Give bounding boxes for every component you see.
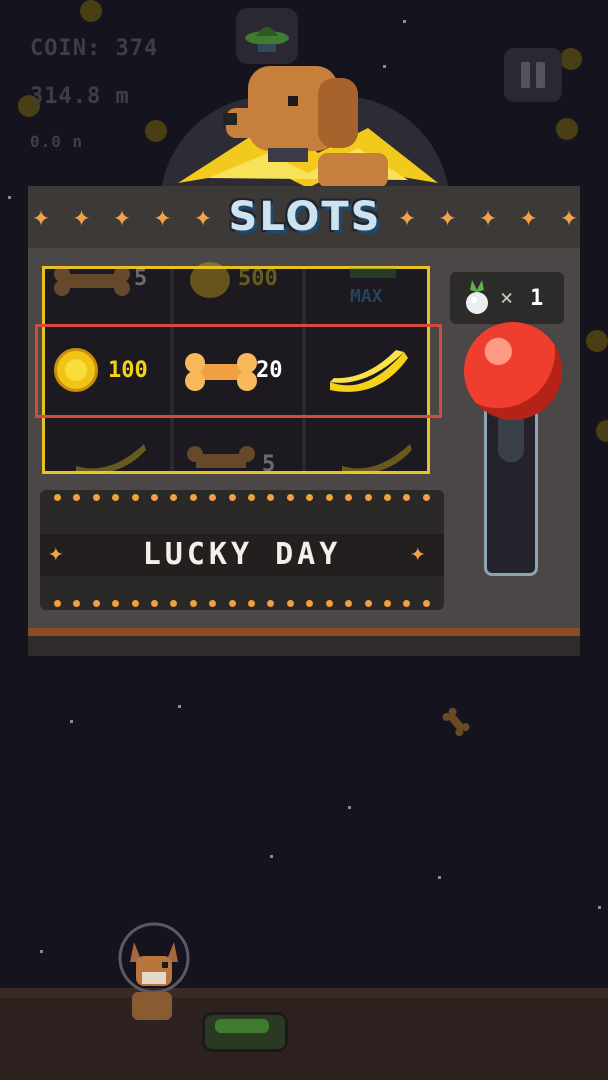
- coin-icon: [190, 262, 230, 298]
- machine-base: [28, 636, 580, 656]
- background-coin-icon: [586, 330, 608, 352]
- jump-button[interactable]: [202, 1012, 288, 1052]
- star: [178, 705, 181, 708]
- background-coin-icon: [145, 120, 167, 142]
- spin-lever-knob[interactable]: [464, 322, 562, 420]
- speed-readout: 0.0 n: [30, 132, 84, 151]
- turnip-icon: [466, 280, 488, 314]
- star: [403, 20, 406, 23]
- distance-counter: 314.8 m: [30, 84, 130, 109]
- star: [438, 876, 441, 879]
- star: [348, 806, 351, 809]
- background-coin-icon: [80, 0, 102, 22]
- banana-icon: [76, 444, 146, 474]
- bone-icon: [187, 446, 255, 468]
- star: [40, 950, 43, 953]
- star: [70, 720, 73, 723]
- reel-value: 500: [238, 266, 278, 291]
- reel-value: 5: [262, 452, 276, 477]
- machine-trim: [28, 628, 580, 636]
- ufo-icon: [245, 27, 289, 52]
- background-coin-icon: [556, 118, 578, 140]
- coin-counter: COIN: 374: [30, 36, 159, 61]
- slots-title: SLOTS: [228, 194, 382, 240]
- spin-multiplier-symbol: ×: [500, 286, 514, 311]
- ground-edge: [0, 988, 608, 998]
- dog-mascot-icon: [178, 66, 438, 188]
- header-diamonds-left: ✦ ✦ ✦ ✦ ✦: [32, 199, 212, 234]
- win-line-highlight: [35, 324, 442, 418]
- floating-bone-icon: [442, 707, 470, 737]
- bulb-row-bottom: [54, 600, 430, 607]
- astronaut-dog-icon: [118, 922, 190, 1020]
- banner-diamond-icon: ✦: [48, 538, 64, 568]
- lucky-day-banner: LUCKY DAY: [142, 537, 342, 572]
- pause-button[interactable]: [504, 48, 562, 102]
- background-coin-icon: [596, 420, 608, 442]
- banner-diamond-icon: ✦: [410, 538, 426, 568]
- max-icon: [350, 268, 396, 278]
- spin-count: 1: [530, 286, 544, 311]
- banana-icon: [342, 444, 412, 474]
- max-label: MAX: [350, 286, 383, 307]
- bulb-row-top: [54, 494, 430, 501]
- pause-icon-bar: [536, 62, 545, 88]
- ufo-powerup-button[interactable]: [236, 8, 298, 64]
- pause-icon-bar: [521, 62, 530, 88]
- background-coin-icon: [560, 48, 582, 70]
- bone-icon: [54, 266, 130, 296]
- star: [270, 855, 273, 858]
- reel-value: 5: [134, 266, 148, 291]
- star: [598, 906, 601, 909]
- header-diamonds-right: ✦ ✦ ✦ ✦ ✦: [398, 199, 578, 234]
- ground: [0, 988, 608, 1080]
- star: [8, 196, 11, 199]
